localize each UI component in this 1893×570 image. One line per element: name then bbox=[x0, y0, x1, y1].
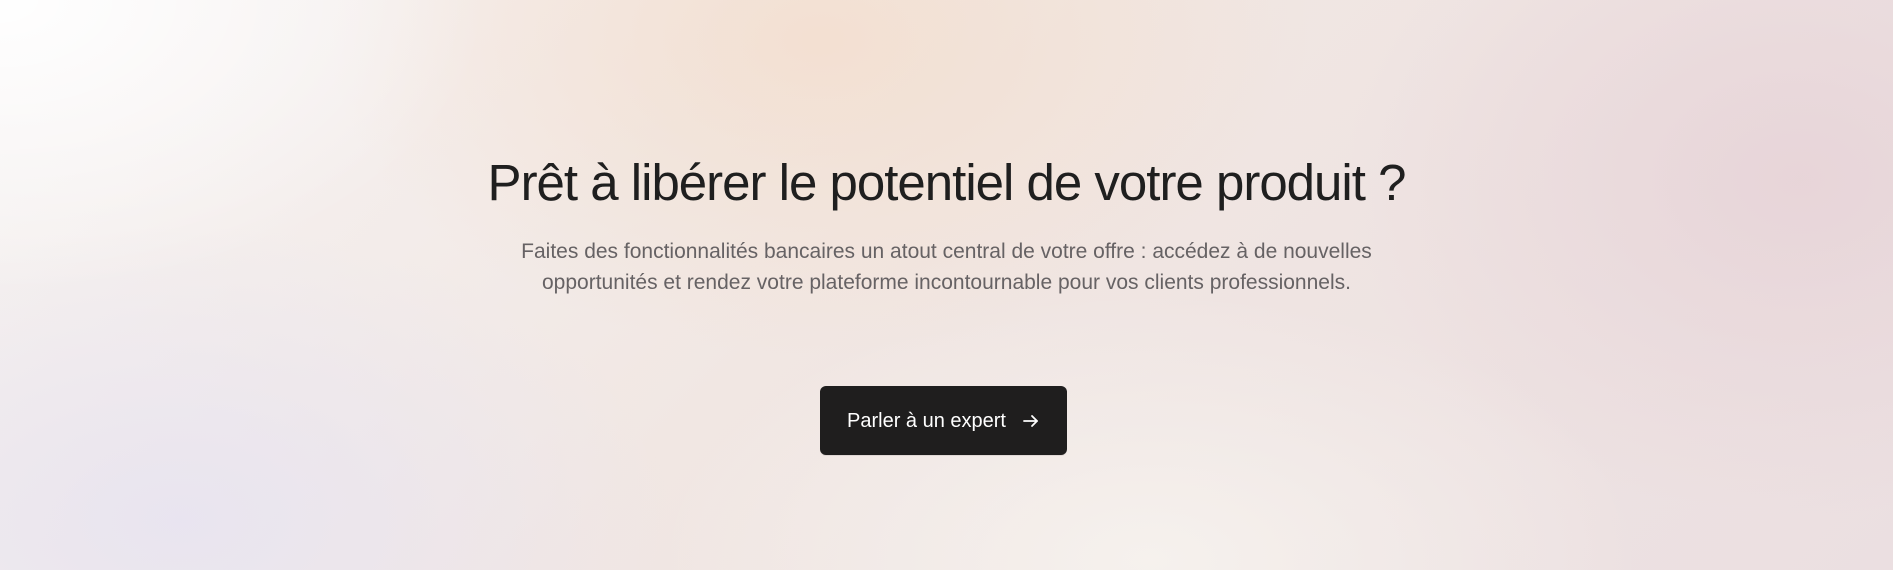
talk-to-expert-button[interactable]: Parler à un expert bbox=[820, 386, 1067, 455]
arrow-right-icon bbox=[1022, 412, 1040, 430]
subtitle-line-2: opportunités et rendez votre plateforme … bbox=[542, 271, 1351, 294]
section-subtitle: Faites des fonctionnalités bancaires un … bbox=[480, 236, 1413, 298]
cta-hero-section: Prêt à libérer le potentiel de votre pro… bbox=[0, 0, 1893, 570]
subtitle-line-1: Faites des fonctionnalités bancaires un … bbox=[521, 240, 1372, 263]
section-title: Prêt à libérer le potentiel de votre pro… bbox=[487, 154, 1407, 211]
talk-to-expert-label: Parler à un expert bbox=[847, 409, 1006, 432]
